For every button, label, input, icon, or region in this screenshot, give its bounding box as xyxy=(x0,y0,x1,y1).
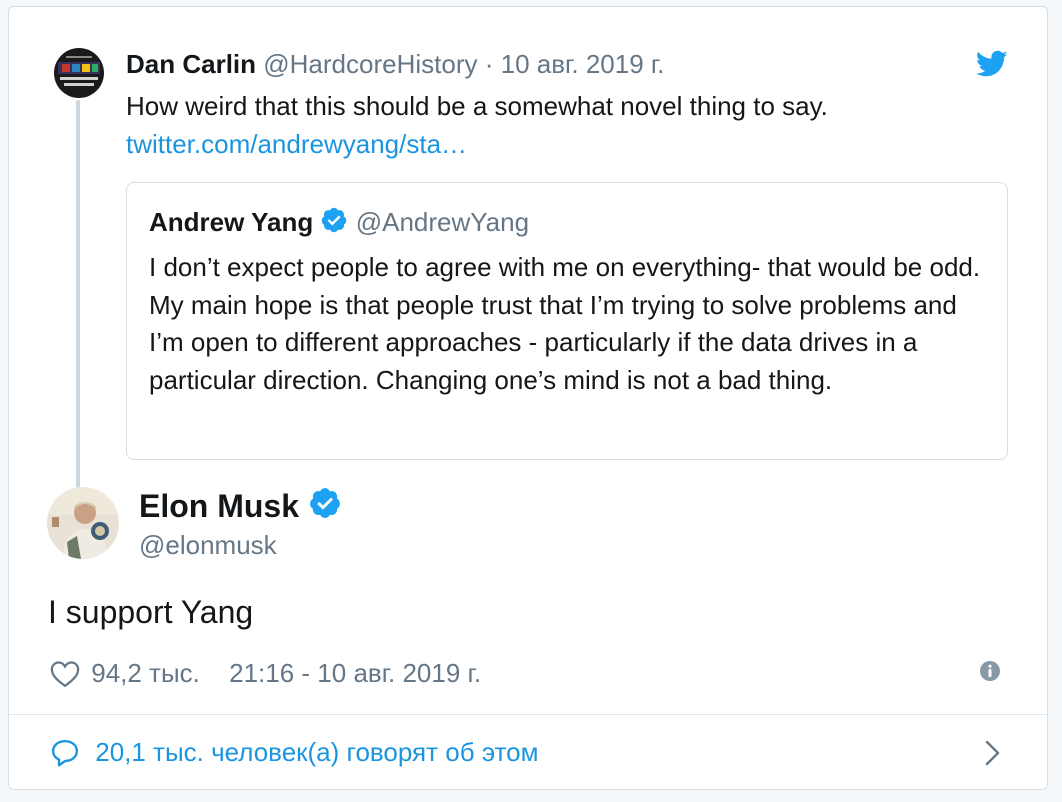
quoted-tweet-text: I don’t expect people to agree with me o… xyxy=(149,252,981,395)
verified-badge-icon xyxy=(320,206,348,242)
author-name[interactable]: Elon Musk xyxy=(139,488,299,524)
like-count[interactable]: 94,2 тыс. xyxy=(91,658,200,688)
verified-badge-icon xyxy=(308,486,342,529)
tweet-text: I support Yang xyxy=(48,594,254,630)
author-handle[interactable]: @HardcoreHistory xyxy=(263,49,477,79)
quoted-tweet-header: Andrew Yang @AndrewYang xyxy=(149,205,529,242)
tweet-date[interactable]: 10 авг. 2019 г. xyxy=(501,49,665,79)
author-name[interactable]: Dan Carlin xyxy=(126,49,256,79)
conversation-link[interactable]: 20,1 тыс. человек(а) говорят об этом xyxy=(50,732,538,772)
tweet-stats: 94,2 тыс. 21:16 - 10 авг. 2019 г. xyxy=(50,655,481,691)
tweet-timestamp[interactable]: 21:16 - 10 авг. 2019 г. xyxy=(229,658,481,688)
heart-icon[interactable] xyxy=(50,660,80,697)
quoted-author-handle[interactable]: @AndrewYang xyxy=(356,207,529,237)
thread-connector-line xyxy=(76,100,80,492)
divider xyxy=(8,714,1048,715)
quoted-author-name[interactable]: Andrew Yang xyxy=(149,207,313,237)
avatar-photo-icon xyxy=(47,487,119,559)
tweet-author-handle[interactable]: @elonmusk xyxy=(139,528,277,562)
chevron-right-icon[interactable] xyxy=(984,740,1002,771)
parent-tweet-text: How weird that this should be a somewhat… xyxy=(126,91,828,121)
tweet-author-name: Elon Musk xyxy=(139,486,342,529)
avatar[interactable] xyxy=(47,487,119,559)
separator-dot: · xyxy=(484,49,494,79)
conversation-count-text[interactable]: 20,1 тыс. человек(а) говорят об этом xyxy=(95,737,538,767)
parent-tweet-header: Dan Carlin @HardcoreHistory · 10 авг. 20… xyxy=(126,48,664,80)
hardcore-history-logo-icon xyxy=(54,48,104,98)
quoted-tweet-link[interactable]: twitter.com/andrewyang/sta… xyxy=(126,128,467,160)
quoted-tweet[interactable]: Andrew Yang @AndrewYang I don’t expect p… xyxy=(126,182,1008,460)
avatar[interactable] xyxy=(54,48,104,98)
comment-icon xyxy=(50,738,80,779)
info-icon[interactable] xyxy=(979,660,1001,687)
twitter-bird-icon[interactable] xyxy=(975,50,1008,78)
